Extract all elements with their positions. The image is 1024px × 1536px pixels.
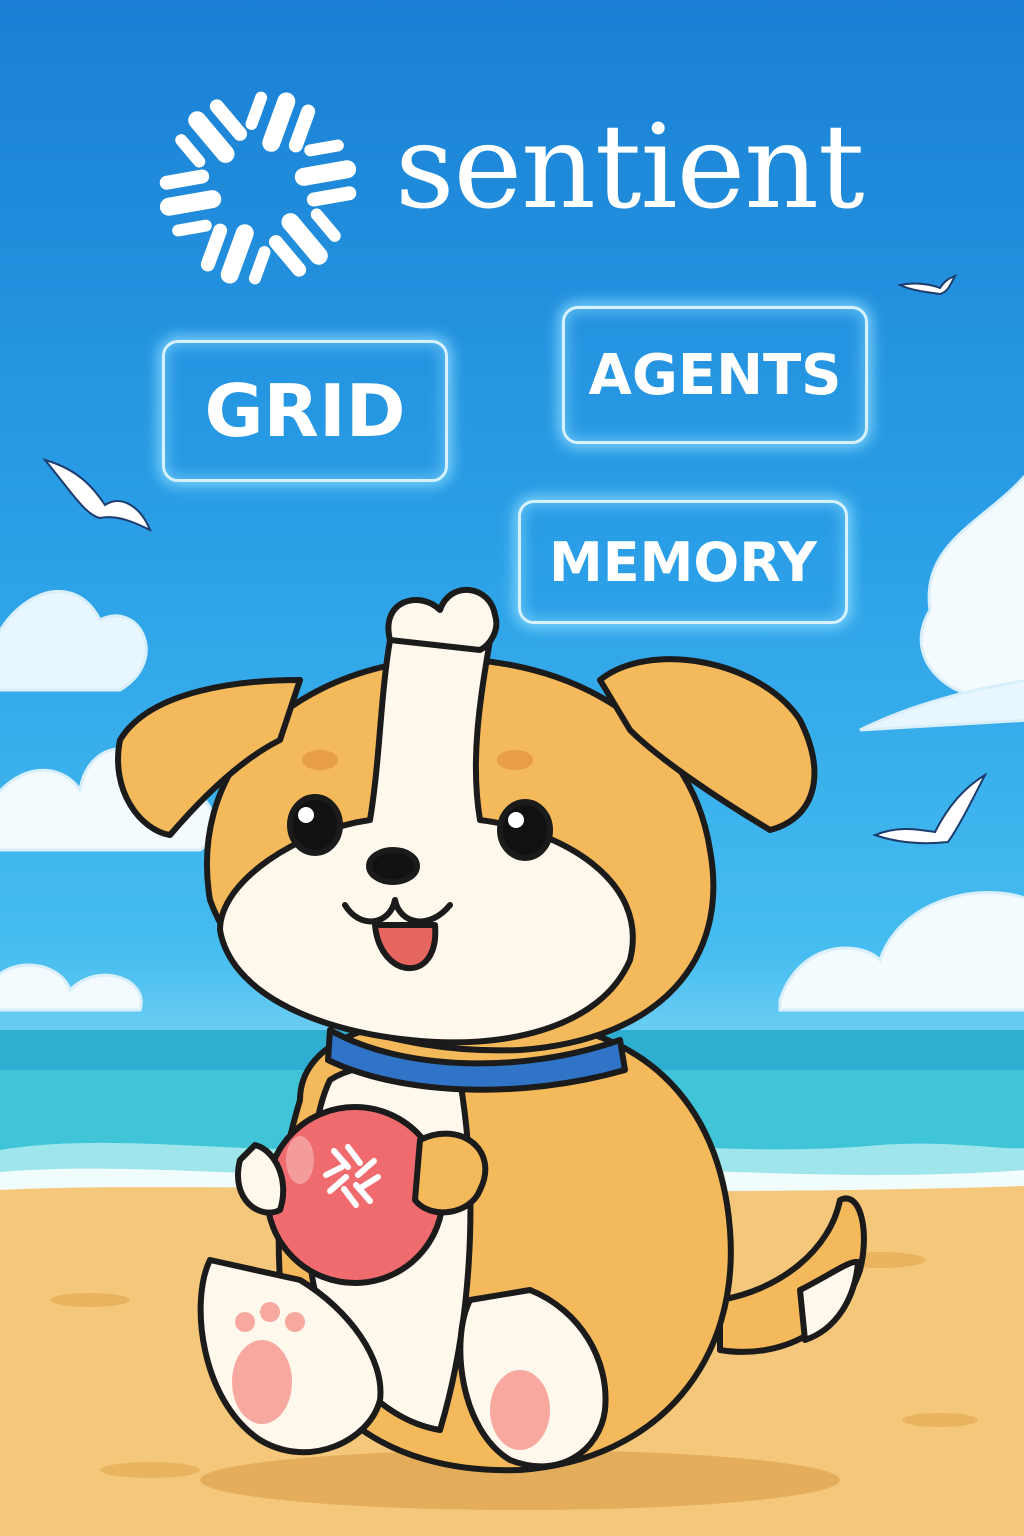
puppy-illustration [115,586,867,1510]
beach-scene: sentient GRID AGENTS MEMORY [0,0,1024,1536]
